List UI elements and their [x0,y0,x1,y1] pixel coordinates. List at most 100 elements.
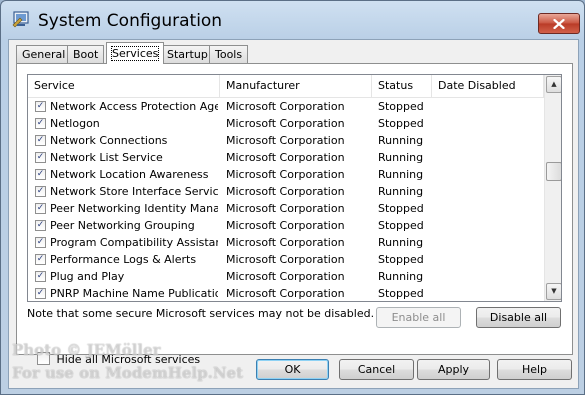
services-tab-panel: Service Manufacturer Status Date Disable… [16,63,573,366]
cell-date-disabled [438,115,542,132]
tab-startup[interactable]: Startup [161,45,214,63]
cell-status: Running [378,270,424,283]
cell-status: Stopped [378,202,424,215]
cell-date-disabled [438,166,542,183]
cell-manufacturer: Microsoft Corporation [226,100,345,113]
checkmark-icon: ✓ [36,186,45,196]
cell-service: Program Compatibility Assistant ... [50,236,218,249]
tab-general[interactable]: General [16,45,72,63]
cell-service: PNRP Machine Name Publication ... [50,287,218,300]
table-row[interactable]: ✓ Network Store Interface Service Microsof… [28,183,544,200]
cell-status: Stopped [378,287,424,300]
cell-date-disabled [438,217,542,234]
cell-status: Stopped [378,219,424,232]
table-row[interactable]: ✓ Performance Logs & Alerts Microsoft Corp… [28,251,544,268]
cell-manufacturer: Microsoft Corporation [226,117,345,130]
service-enabled-checkbox[interactable]: ✓ [35,237,46,248]
services-list[interactable]: Service Manufacturer Status Date Disable… [27,74,562,302]
tab-services[interactable]: Services [106,42,165,64]
enable-all-button[interactable]: Enable all [376,307,461,328]
table-row[interactable]: ✓ Network List Service Microsoft Corporati… [28,149,544,166]
help-button[interactable]: Help [497,359,572,380]
cell-service: Network Store Interface Service [50,185,218,198]
cell-service: Plug and Play [50,270,125,283]
cell-service: Network Location Awareness [50,168,209,181]
checkmark-icon: ✓ [36,203,45,213]
cell-date-disabled [438,234,542,251]
service-enabled-checkbox[interactable]: ✓ [35,203,46,214]
table-row[interactable]: ✓ Network Location Awareness Microsoft Cor… [28,166,544,183]
checkmark-icon: ✓ [36,169,45,179]
tab-boot[interactable]: Boot [67,45,105,63]
table-row[interactable]: ✓ Network Connections Microsoft Corporatio… [28,132,544,149]
msconfig-icon [12,11,29,28]
column-header-manufacturer[interactable]: Manufacturer [220,75,372,97]
cell-service: Netlogon [50,117,100,130]
cancel-button[interactable]: Cancel [339,359,414,380]
table-row[interactable]: ✓ Netlogon Microsoft Corporation Stopped [28,115,544,132]
cell-date-disabled [438,132,542,149]
ok-button[interactable]: OK [256,359,329,380]
close-icon [553,18,565,29]
table-row[interactable]: ✓ Peer Networking Grouping Microsoft Corpo… [28,217,544,234]
cell-status: Running [378,168,424,181]
cell-service: Performance Logs & Alerts [50,253,197,266]
column-header-status[interactable]: Status [372,75,432,97]
cell-service: Network Access Protection Agent [50,100,218,113]
service-enabled-checkbox[interactable]: ✓ [35,220,46,231]
tab-services-label: Services [110,46,160,61]
service-enabled-checkbox[interactable]: ✓ [35,254,46,265]
title-bar[interactable]: System Configuration [1,1,584,39]
service-enabled-checkbox[interactable]: ✓ [35,271,46,282]
cell-service: Peer Networking Grouping [50,219,195,232]
enable-all-label: Enable all [391,311,446,324]
cell-status: Running [378,151,424,164]
table-row[interactable]: ✓ Program Compatibility Assistant ... Micr… [28,234,544,251]
tab-startup-label: Startup [167,48,208,61]
cell-date-disabled [438,149,542,166]
cell-date-disabled [438,98,542,115]
checkmark-icon: ✓ [36,101,45,111]
secure-services-note: Note that some secure Microsoft services… [27,307,375,320]
table-row[interactable]: ✓ Network Access Protection Agent Microsof… [28,98,544,115]
service-enabled-checkbox[interactable]: ✓ [35,186,46,197]
service-enabled-checkbox[interactable]: ✓ [35,135,46,146]
column-header-service[interactable]: Service [28,75,220,97]
window-title: System Configuration [38,11,223,31]
disable-all-button[interactable]: Disable all [476,307,561,328]
checkmark-icon: ✓ [36,288,45,298]
service-enabled-checkbox[interactable]: ✓ [35,288,46,299]
tab-general-label: General [22,48,66,61]
apply-button-label: Apply [437,363,470,376]
ok-button-label: OK [284,363,301,376]
cell-status: Stopped [378,117,424,130]
checkmark-icon: ✓ [36,135,45,145]
disable-all-label: Disable all [489,311,548,324]
scroll-up-button[interactable]: ▲ [546,76,561,93]
apply-button[interactable]: Apply [417,359,490,380]
cell-status: Running [378,185,424,198]
tab-tools[interactable]: Tools [209,45,249,63]
cell-service: Peer Networking Identity Manager [50,202,218,215]
services-list-header: Service Manufacturer Status Date Disable… [28,75,544,98]
table-row[interactable]: ✓ Peer Networking Identity Manager Microso… [28,200,544,217]
table-row[interactable]: ✓ PNRP Machine Name Publication ... Micros… [28,285,544,301]
close-button[interactable] [538,13,580,34]
vertical-scrollbar[interactable]: ▲ ▼ [544,75,561,301]
service-enabled-checkbox[interactable]: ✓ [35,169,46,180]
column-header-date-disabled[interactable]: Date Disabled [432,75,544,97]
service-enabled-checkbox[interactable]: ✓ [35,152,46,163]
cell-manufacturer: Microsoft Corporation [226,185,345,198]
scroll-down-button[interactable]: ▼ [546,283,561,300]
help-button-label: Help [521,363,548,376]
scrollbar-thumb[interactable] [546,162,561,181]
scroll-up-arrow-icon: ▲ [551,80,557,88]
cell-service: Network Connections [50,134,168,147]
checkmark-icon: ✓ [36,254,45,264]
checkmark-icon: ✓ [36,271,45,281]
service-enabled-checkbox[interactable]: ✓ [35,101,46,112]
table-row[interactable]: ✓ Plug and Play Microsoft Corporation Runni… [28,268,544,285]
checkmark-icon: ✓ [36,237,45,247]
service-enabled-checkbox[interactable]: ✓ [35,118,46,129]
cell-manufacturer: Microsoft Corporation [226,287,345,300]
